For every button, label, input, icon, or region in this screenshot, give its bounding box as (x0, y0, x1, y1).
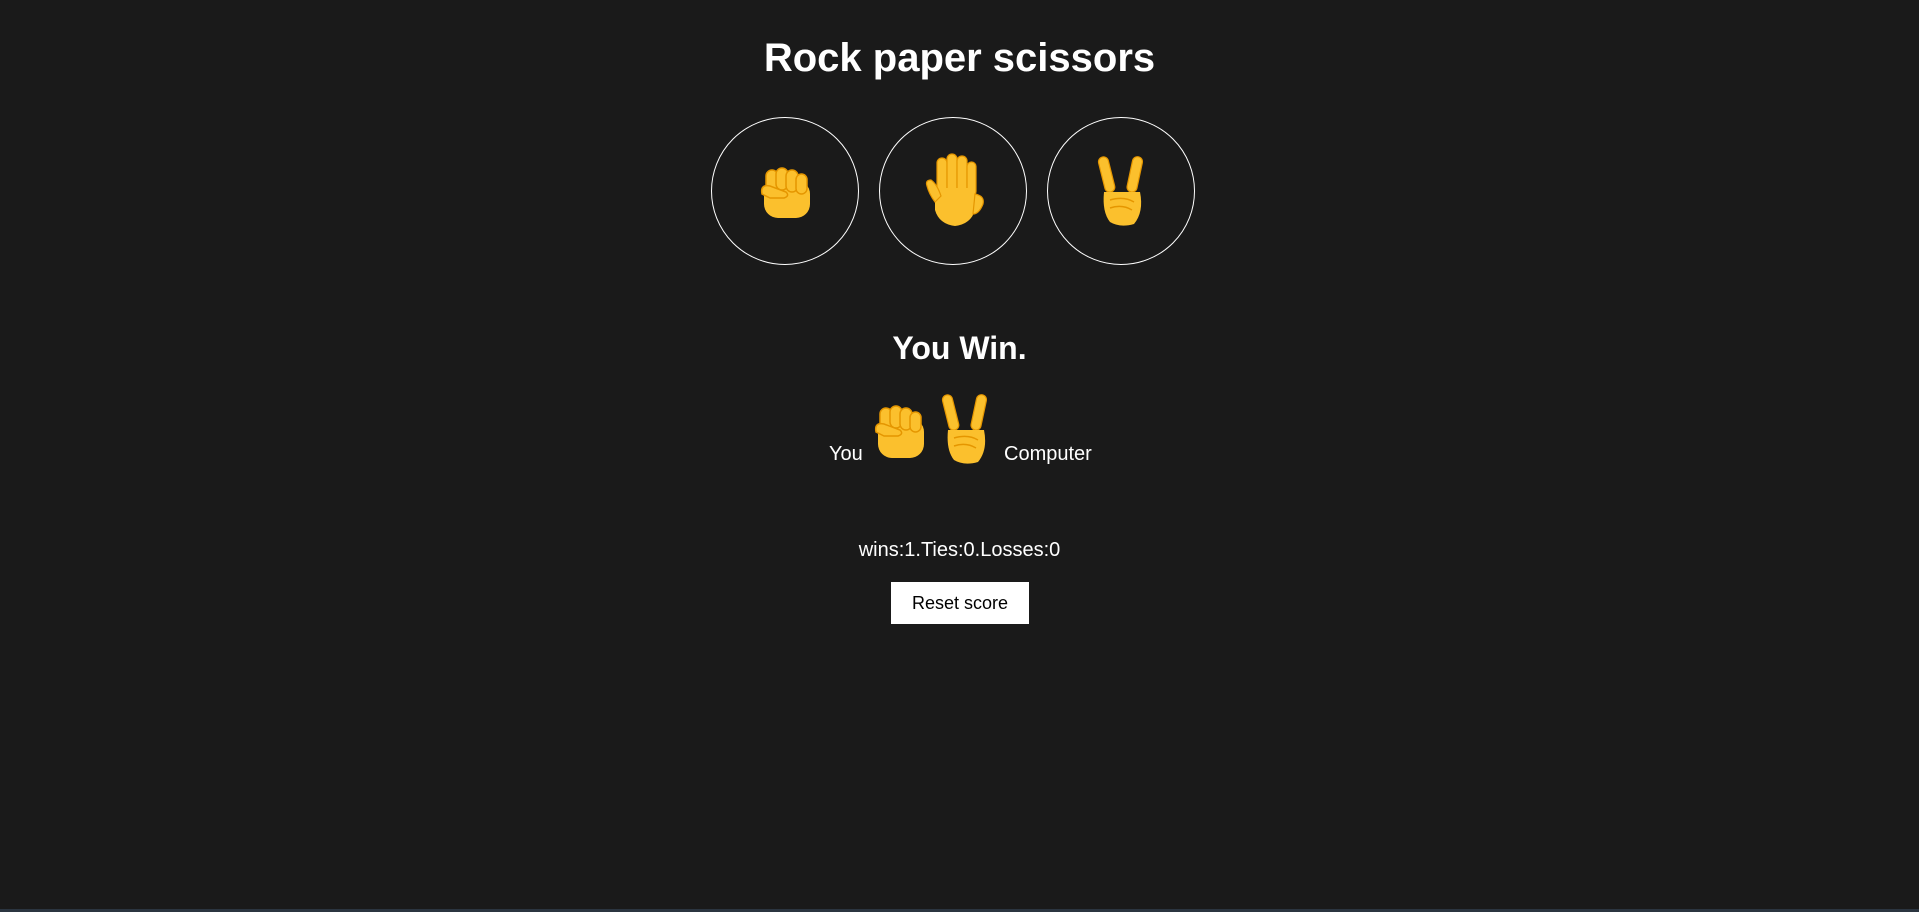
victory-hand-icon (1097, 156, 1144, 226)
score-text: wins:1.Ties:0.Losses:0 (858, 539, 1061, 561)
raised-fist-icon (760, 167, 810, 218)
page-title: Rock paper scissors (763, 36, 1156, 80)
scissors-button[interactable] (1047, 117, 1195, 265)
victory-hand-icon (941, 394, 988, 464)
rock-button[interactable] (711, 117, 859, 265)
paper-button[interactable] (879, 117, 1027, 265)
moves-display: You Computer (0, 392, 1919, 472)
raised-hand-icon (925, 153, 984, 226)
computer-label: Computer (1004, 443, 1092, 465)
reset-score-button[interactable]: Reset score (891, 582, 1029, 624)
you-label: You (829, 443, 863, 465)
raised-fist-icon (874, 405, 924, 458)
page: Rock paper scissors You Win. You Compute… (0, 0, 1919, 912)
result-text: You Win. (892, 330, 1027, 366)
